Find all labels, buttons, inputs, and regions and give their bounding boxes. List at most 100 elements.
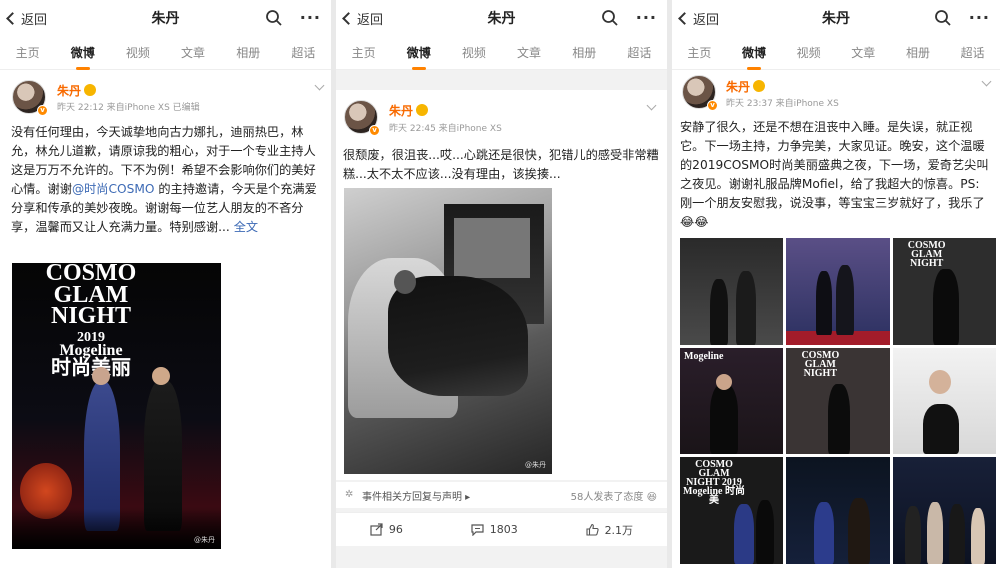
post-meta: 昨天 22:45 来自iPhone XS [389,124,502,134]
tab-albums[interactable]: 相册 [234,44,262,61]
person-head [394,270,416,294]
laughing-emoji-icon: 😆 [646,492,657,503]
more-options-icon[interactable]: ··· [969,8,990,27]
reactions-label: 58人发表了态度 [570,492,644,503]
backdrop-text: Mogeline [684,350,724,362]
event-statement-bar[interactable]: ✲ 事件相关方回复与声明 ▸ 58人发表了态度 😆 [336,482,667,508]
event-icon: ✲ [345,489,354,500]
tab-super-topic[interactable]: 超话 [289,44,317,61]
person-figure [922,404,959,455]
author-name[interactable]: 朱丹 [726,78,766,95]
post-meta: 昨天 22:12 来自iPhone XS 已编辑 [57,103,200,113]
tab-weibo[interactable]: 微博 [69,44,97,61]
person-figure [710,384,738,455]
grid-photo[interactable]: Mogeline [680,347,784,455]
grid-photo[interactable] [892,347,996,455]
post-photo[interactable]: COSMO GLAM NIGHT 2019 Mogeline 时尚美丽 @朱丹 [12,263,221,549]
tab-articles[interactable]: 文章 [179,44,207,61]
search-icon[interactable] [934,9,952,27]
chevron-down-icon[interactable] [981,76,992,87]
event-statement-link[interactable]: 事件相关方回复与声明 ▸ [362,488,470,503]
person-figure [948,503,965,564]
weibo-post: v 朱丹 昨天 22:12 来自iPhone XS 已编辑 没有任何理由，今天诚… [0,74,331,568]
person-reclining [388,276,528,396]
person-figure [848,497,871,564]
tab-articles[interactable]: 文章 [515,44,543,61]
weibo-screen-3: 返回 朱丹 ··· 主页 微博 视频 文章 相册 超话 v 朱丹 昨天 23:3… [672,0,1000,568]
tab-weibo[interactable]: 微博 [405,44,433,61]
profile-tabs: 主页 微博 视频 文章 相册 超话 [0,36,331,70]
post-text: 没有任何理由，今天诚挚地向古力娜扎，迪丽热巴，林允，林允儿道歉，请原谅我的粗心，… [11,123,321,237]
more-options-icon[interactable]: ··· [300,8,321,27]
person-figure [734,503,754,564]
expand-full-text-link[interactable]: 全文 [234,220,258,234]
photo-watermark: @朱丹 [525,461,546,469]
repost-icon [370,523,383,536]
grid-photo[interactable] [892,457,996,564]
tab-video[interactable]: 视频 [795,44,823,61]
mention-link[interactable]: @时尚COSMO [72,182,155,196]
grid-photo[interactable] [786,457,890,564]
person-figure [970,507,985,564]
like-button[interactable]: 2.1万 [586,522,634,538]
backdrop-line: NIGHT [50,303,131,330]
tab-home[interactable]: 主页 [350,44,378,61]
repost-count: 96 [388,523,403,536]
chevron-down-icon[interactable] [314,80,325,91]
backdrop-line: 时尚美丽 [51,356,131,379]
person-figure [756,499,774,564]
verified-badge-icon: v [37,105,48,116]
tab-super-topic[interactable]: 超话 [625,44,653,61]
author-name[interactable]: 朱丹 [57,82,97,99]
weibo-post: v 朱丹 昨天 22:45 来自iPhone XS 很颓废，很沮丧...哎...… [336,90,667,480]
grid-photo[interactable] [786,238,890,345]
tab-articles[interactable]: 文章 [849,44,877,61]
grid-photo[interactable]: COSMO GLAM NIGHT [786,347,890,455]
person-figure [710,278,728,345]
tab-weibo[interactable]: 微博 [740,44,768,61]
chevron-down-icon[interactable] [646,100,657,111]
thumbs-up-icon [586,523,599,536]
repost-button[interactable]: 96 [370,523,403,536]
author-name[interactable]: 朱丹 [389,102,429,119]
tab-video[interactable]: 视频 [124,44,152,61]
tab-home[interactable]: 主页 [14,44,42,61]
post-action-bar: 96 1803 2.1万 [336,512,667,546]
tab-albums[interactable]: 相册 [904,44,932,61]
person-figure [736,270,756,345]
top-nav-bar: 返回 朱丹 ··· [672,0,1000,36]
host-head [92,367,110,385]
comment-button[interactable]: 1803 [471,523,518,536]
grid-photo[interactable]: COSMO GLAM NIGHT [892,238,996,345]
tab-video[interactable]: 视频 [460,44,488,61]
backdrop-text: COSMO GLAM NIGHT [801,349,840,379]
post-photo[interactable]: @朱丹 [344,188,552,474]
person-figure [814,501,835,564]
tab-home[interactable]: 主页 [685,44,713,61]
more-options-icon[interactable]: ··· [636,8,657,27]
search-icon[interactable] [601,9,619,27]
like-count: 2.1万 [604,523,634,537]
post-text: 安静了很久，还是不想在沮丧中入睡。是失误，就正视它。下一场主持，力争完美，大家见… [680,118,992,232]
laughing-emoji-icon: 😂😂 [680,215,709,229]
reactions-summary[interactable]: 58人发表了态度 😆 [571,488,657,503]
person-figure [836,264,855,335]
post-text-part: 安静了很久，还是不想在沮丧中入睡。是失误，就正视它。下一场主持，力争完美，大家见… [680,120,989,210]
grid-photo[interactable]: COSMO GLAM NIGHT 2019 Mogeline 时尚美 [680,457,784,564]
profile-tabs: 主页 微博 视频 文章 相册 超话 [672,36,1000,70]
audience-silhouette [12,509,221,549]
cohost-head [152,367,170,385]
crown-icon [416,104,429,116]
tab-super-topic[interactable]: 超话 [959,44,987,61]
tab-albums[interactable]: 相册 [570,44,598,61]
crown-icon [84,84,97,96]
grid-photo[interactable] [680,238,784,345]
weibo-screen-2: 返回 朱丹 ··· 主页 微博 视频 文章 相册 超话 v 朱丹 昨天 22:4… [336,0,667,568]
cosmo-glam-night-backdrop: COSMO GLAM NIGHT 2019 Mogeline 时尚美丽 [26,263,156,379]
post-meta: 昨天 23:37 来自iPhone XS [726,99,839,109]
backdrop-text: COSMO GLAM NIGHT 2019 Mogeline 时尚美 [683,459,745,507]
weibo-screen-1: 返回 朱丹 ··· 主页 微博 视频 文章 相册 超话 v 朱丹 昨天 22:1… [0,0,331,568]
top-nav-bar: 返回 朱丹 ··· [0,0,331,36]
comment-icon [471,524,484,536]
search-icon[interactable] [265,9,283,27]
